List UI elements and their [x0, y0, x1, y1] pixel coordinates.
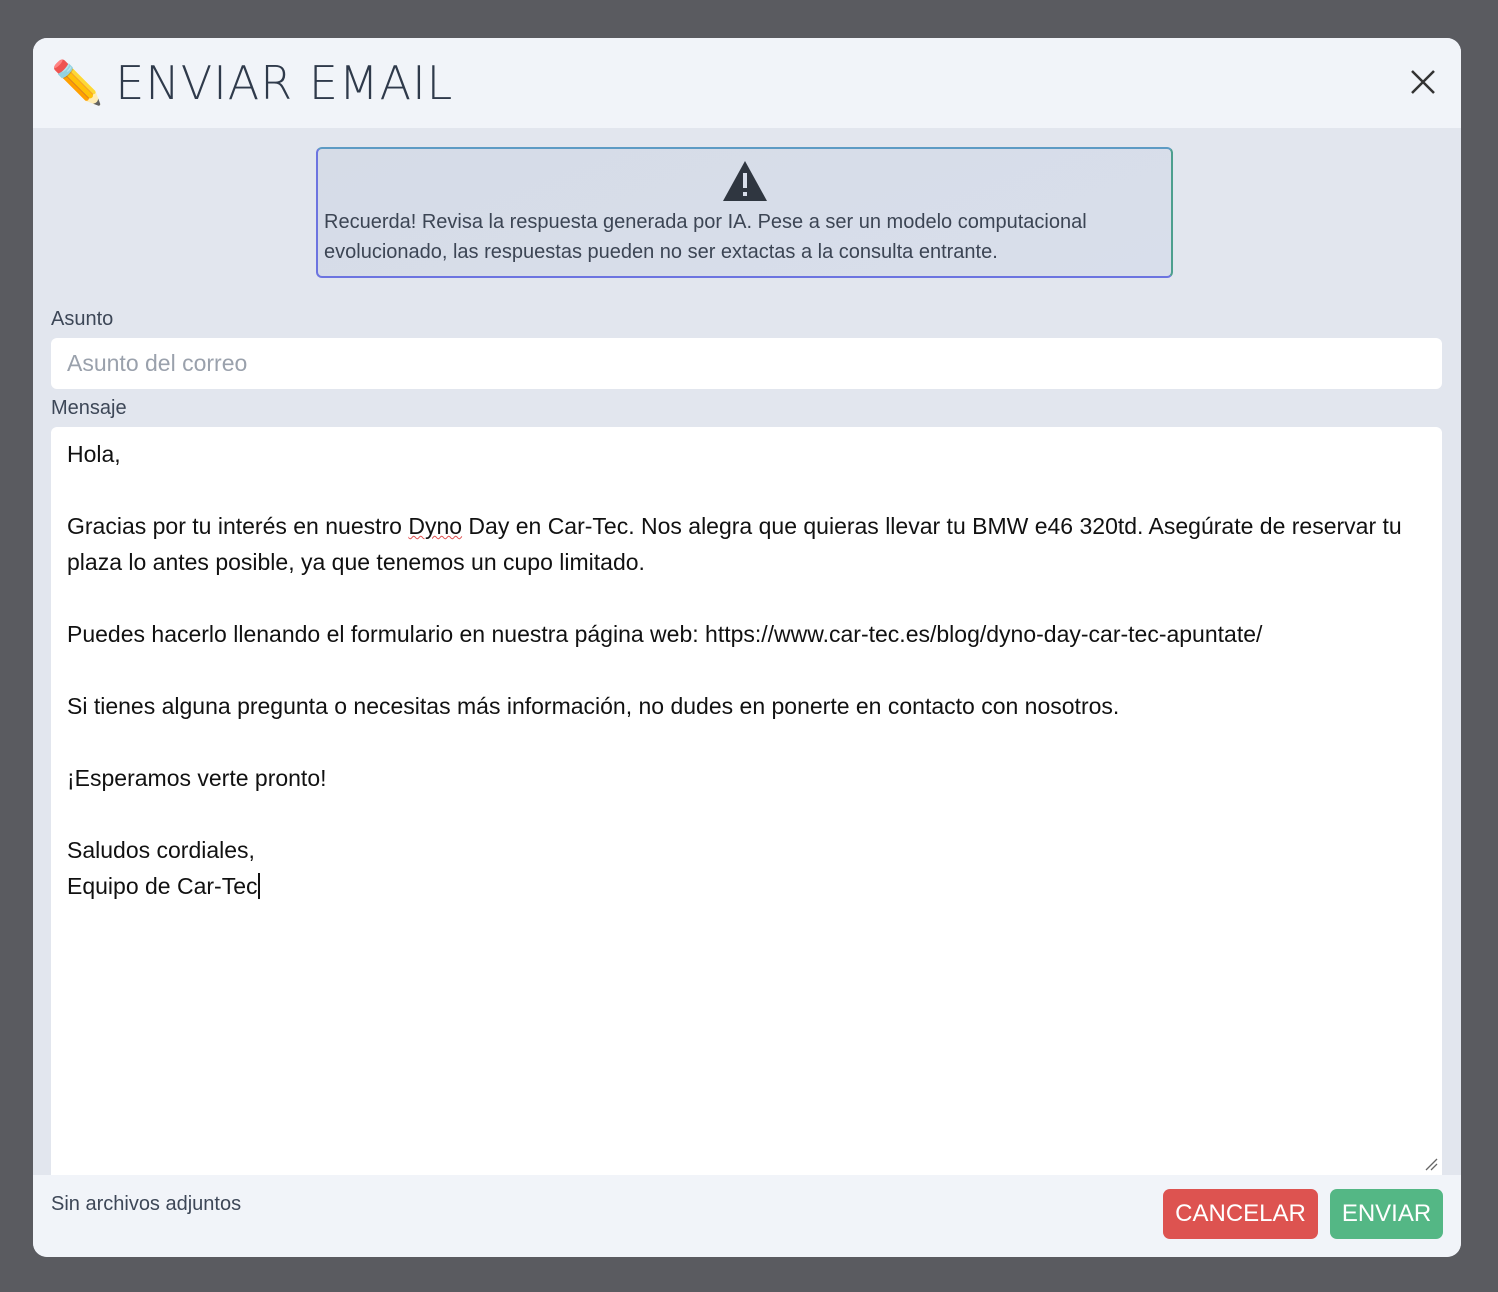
- modal-footer: Sin archivos adjuntos CANCELAR ENVIAR: [33, 1175, 1461, 1257]
- message-line: Gracias por tu interés en nuestro Dyno D…: [67, 513, 1409, 575]
- message-line: Si tienes alguna pregunta o necesitas má…: [67, 693, 1120, 719]
- pencil-icon: ✏️: [51, 58, 104, 106]
- cancel-button[interactable]: CANCELAR: [1163, 1189, 1318, 1239]
- send-email-modal: ✏️ ENVIAR EMAIL Recuerda! Revisa la resp…: [33, 38, 1461, 1257]
- subject-label: Asunto: [51, 308, 114, 330]
- message-line: Puedes hacerlo llenando el formulario en…: [67, 621, 1263, 647]
- message-line: ¡Esperamos verte pronto!: [67, 765, 327, 791]
- alert-text: Recuerda! Revisa la respuesta generada p…: [324, 211, 1087, 263]
- ai-warning-alert: Recuerda! Revisa la respuesta generada p…: [316, 147, 1173, 278]
- message-line: Hola,: [67, 441, 121, 467]
- close-icon[interactable]: [1405, 64, 1441, 100]
- message-textarea[interactable]: Hola, Gracias por tu interés en nuestro …: [51, 427, 1442, 1175]
- modal-header: ✏️ ENVIAR EMAIL: [33, 38, 1461, 128]
- warning-icon: [722, 161, 767, 201]
- attachments-status: Sin archivos adjuntos: [51, 1193, 242, 1215]
- spellcheck-word: Dyno: [408, 513, 463, 539]
- message-label: Mensaje: [51, 397, 127, 419]
- text-cursor: [257, 873, 260, 899]
- send-button[interactable]: ENVIAR: [1330, 1189, 1443, 1239]
- message-line: Saludos cordiales,: [67, 837, 255, 863]
- message-line: Equipo de Car-Tec: [67, 873, 260, 899]
- subject-input[interactable]: [51, 338, 1442, 389]
- resize-handle-icon[interactable]: [1424, 1157, 1438, 1171]
- modal-title: ENVIAR EMAIL: [115, 56, 454, 110]
